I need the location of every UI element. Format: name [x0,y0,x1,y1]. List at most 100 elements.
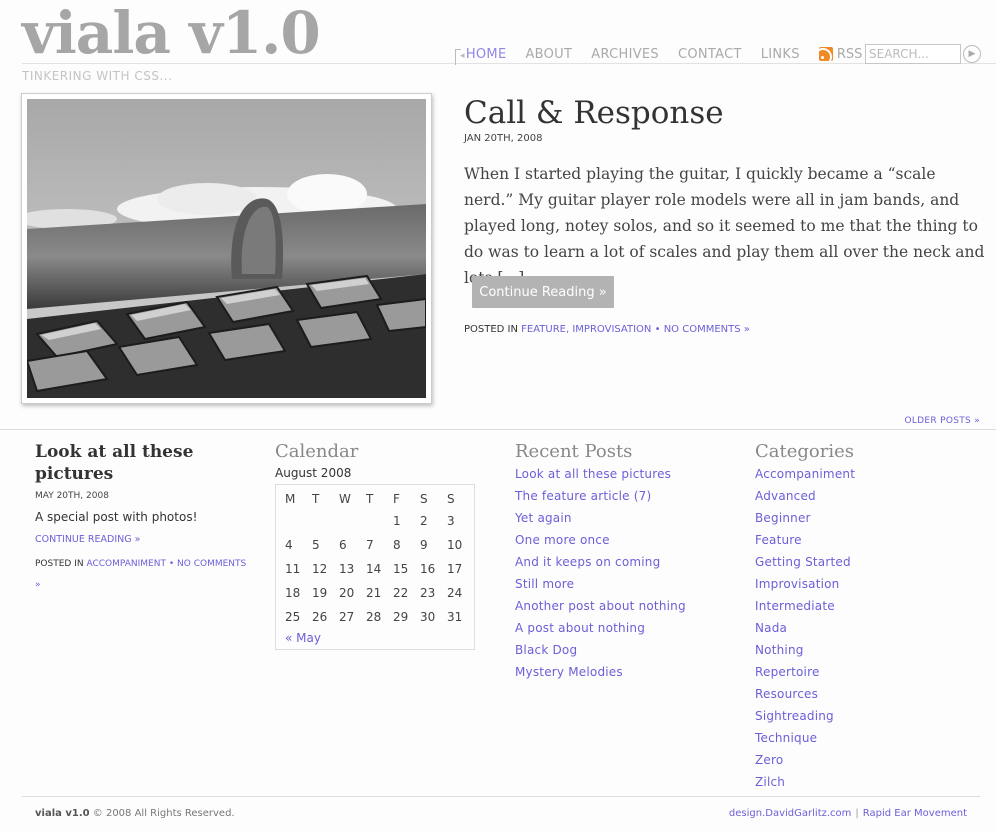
category-link[interactable]: Zero [755,749,975,771]
calendar-prev-month-link[interactable]: « May [285,631,474,645]
category-link[interactable]: Improvisation [755,573,975,595]
calendar-day: 22 [393,586,409,600]
calendar-day: 6 [339,538,347,552]
calendar-day: 8 [393,538,401,552]
category-link[interactable]: Zilch [755,771,975,793]
calendar-day: 11 [285,562,301,576]
recent-post-link[interactable]: And it keeps on coming [515,551,735,573]
recent-post-link[interactable]: Another post about nothing [515,595,735,617]
calendar-day: 28 [366,610,382,624]
footer-design-link[interactable]: design.DavidGarlitz.com [729,808,851,819]
category-link[interactable]: Sightreading [755,705,975,727]
footer-copyright-text: © 2008 All Rights Reserved. [92,808,235,819]
footer-credits: design.DavidGarlitz.com | Rapid Ear Moveme… [729,808,967,819]
header-divider [22,63,996,64]
recent-post-link[interactable]: Still more [515,573,735,595]
footer-credit-separator: | [855,808,859,819]
calendar-day [282,509,309,533]
mini-post-title[interactable]: Look at all these pictures [35,441,250,485]
recent-post-link[interactable]: Black Dog [515,639,735,661]
posted-in-label: POSTED IN [464,324,518,335]
calendar-day: 2 [420,514,428,528]
nav-item-links[interactable]: LINKS [761,47,800,62]
arrow-right-icon: ▶ [968,49,976,59]
main-nav: HOME ABOUT ARCHIVES CONTACT LINKS RSS [455,45,862,65]
post-excerpt: When I started playing the guitar, I qui… [464,165,985,287]
calendar-day: 30 [420,610,436,624]
calendar-day: 12 [312,562,328,576]
calendar-day: 15 [393,562,409,576]
calendar-weekday: S [447,492,455,506]
footer-copyright: viala v1.0 © 2008 All Rights Reserved. [35,808,235,819]
calendar-week: 1 2 3 [282,509,471,533]
footer-rem-link[interactable]: Rapid Ear Movement [863,808,967,819]
recent-post-link[interactable]: One more once [515,529,735,551]
category-link[interactable]: Getting Started [755,551,975,573]
mini-post-category-link[interactable]: ACCOMPANIMENT [86,559,166,569]
post-categories-link[interactable]: FEATURE, IMPROVISATION [521,324,651,335]
content-divider [0,429,996,430]
category-link[interactable]: Feature [755,529,975,551]
calendar-day: 7 [366,538,374,552]
calendar-day: 19 [312,586,328,600]
category-link[interactable]: Nada [755,617,975,639]
mini-post-excerpt: A special post with photos! [35,510,198,524]
calendar-caption: August 2008 [275,466,352,480]
older-posts-link[interactable]: OLDER POSTS » [904,416,980,426]
calendar-week: 18 19 20 21 22 23 24 [282,581,471,605]
nav-item-about[interactable]: ABOUT [525,47,572,62]
calendar-day: 21 [366,586,382,600]
nav-bracket [455,49,461,65]
recent-posts-heading: Recent Posts [515,441,633,462]
calendar-widget: Calendar August 2008 MTWTFSS 1 2 3 4 5 6 7 8 9 10… [275,441,475,650]
calendar-week: 11 12 13 14 15 16 17 [282,557,471,581]
category-link[interactable]: Beginner [755,507,975,529]
meta-separator: • [654,324,661,335]
nav-item-archives[interactable]: ARCHIVES [591,47,659,62]
recent-post-link[interactable]: Look at all these pictures [515,463,735,485]
calendar-weekday: F [393,492,400,506]
category-link[interactable]: Intermediate [755,595,975,617]
nav-item-contact[interactable]: CONTACT [678,47,742,62]
post-title[interactable]: Call & Response [464,95,724,131]
post-date: JAN 20TH, 2008 [464,133,543,144]
category-link[interactable]: Repertoire [755,661,975,683]
calendar-day: 24 [447,586,463,600]
calendar-days: 1 2 3 4 5 6 7 8 9 10 11 12 13 14 15 16 17 18 19 20 21 22 23 24 2… [282,509,471,629]
categories-widget: Categories Accompaniment Advanced Beginner… [755,441,975,793]
search-input[interactable] [865,44,961,64]
mini-post-continue-link[interactable]: CONTINUE READING » [35,534,250,545]
search-submit-button[interactable]: ▶ [963,45,981,63]
category-link[interactable]: Advanced [755,485,975,507]
post-meta: POSTED IN FEATURE, IMPROVISATION • NO CO… [464,324,750,335]
calendar-day: 17 [447,562,463,576]
mini-post-meta: POSTED IN ACCOMPANIMENT • NO COMMENTS » [35,554,250,596]
calendar-weekday: W [339,492,351,506]
category-link[interactable]: Accompaniment [755,463,975,485]
category-link[interactable]: Nothing [755,639,975,661]
post-comments-link[interactable]: NO COMMENTS » [664,324,750,335]
calendar-day: 16 [420,562,436,576]
recent-post-link[interactable]: The feature article (7) [515,485,735,507]
categories-list: Accompaniment Advanced Beginner Feature Gett… [755,463,975,793]
calendar-weekdays: MTWTFSS [282,489,471,509]
category-link[interactable]: Resources [755,683,975,705]
nav-item-home[interactable]: HOME [460,47,506,62]
rss-link[interactable]: RSS [818,47,862,62]
calendar-day: 9 [420,538,428,552]
site-tagline: TINKERING WITH CSS... [22,69,173,83]
calendar-day [309,509,336,533]
calendar-weekday: S [420,492,428,506]
continue-reading-button[interactable]: Continue Reading » [472,276,614,308]
recent-post-link[interactable]: A post about nothing [515,617,735,639]
category-link[interactable]: Technique [755,727,975,749]
calendar-day: 5 [312,538,320,552]
calendar-weekday: T [312,492,320,506]
featured-image[interactable] [21,93,432,404]
meta-separator: • [168,559,175,569]
recent-posts-list: Look at all these pictures The feature ar… [515,463,735,683]
site-logo[interactable]: viala v1.0 [22,4,321,62]
recent-post-link[interactable]: Mystery Melodies [515,661,735,683]
recent-post-link[interactable]: Yet again [515,507,735,529]
footer-divider [22,796,980,797]
